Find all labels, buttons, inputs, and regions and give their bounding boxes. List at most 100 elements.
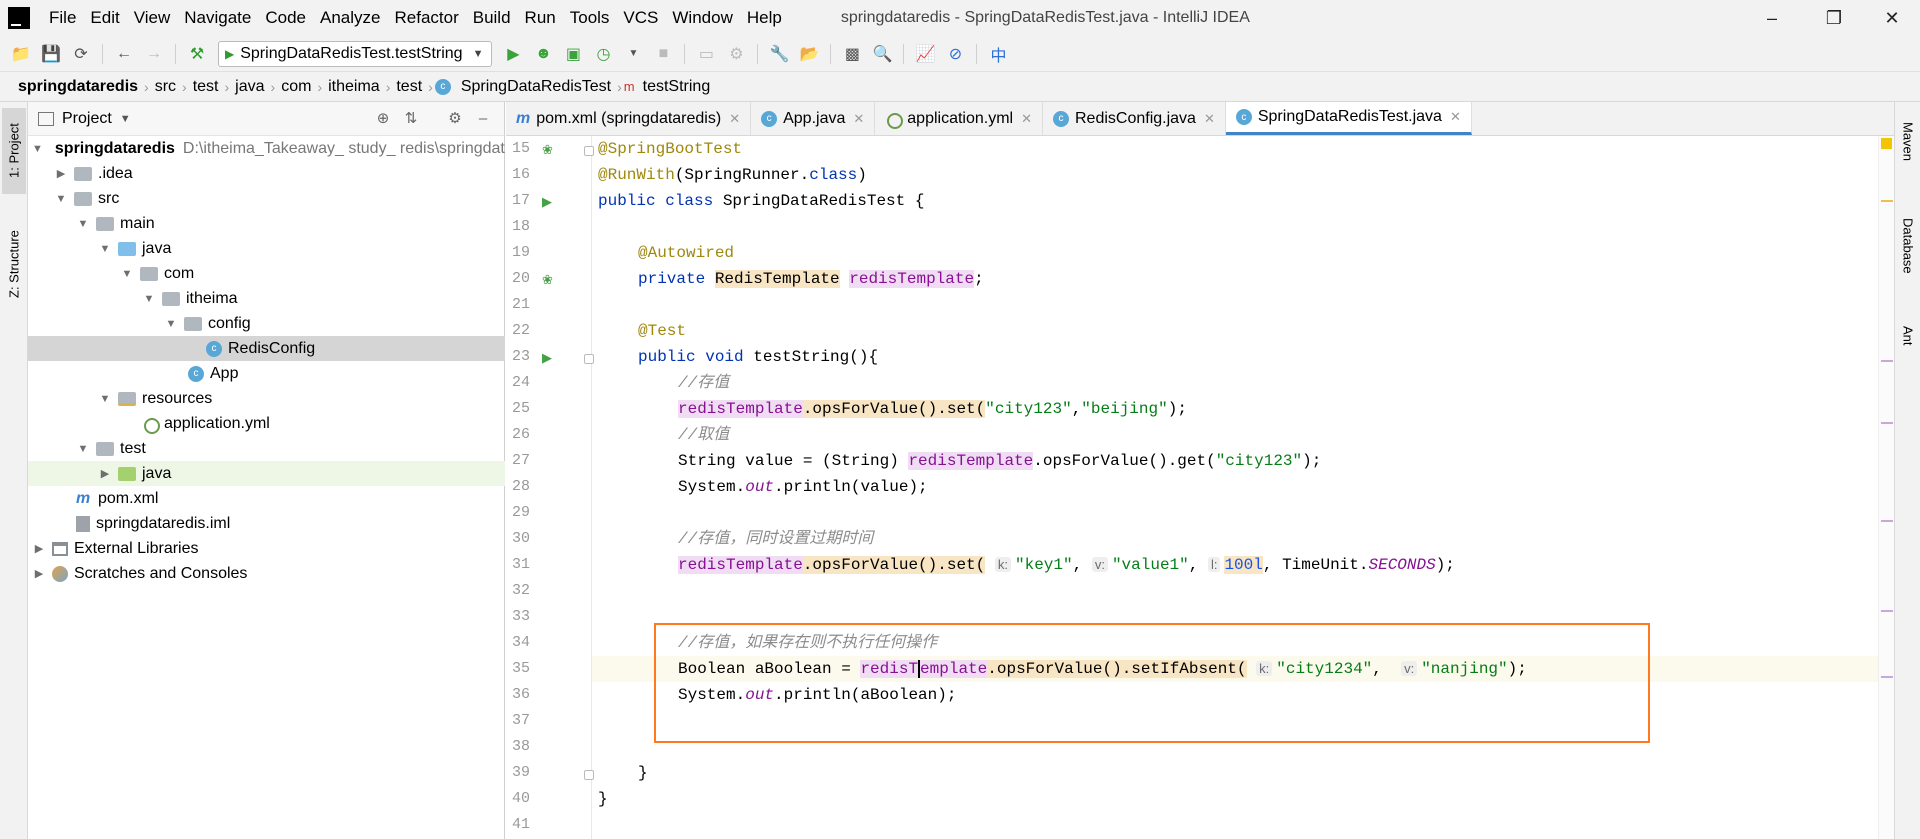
code-editor[interactable]: @SpringBootTest @RunWith(SpringRunner.cl… bbox=[592, 136, 1894, 839]
threads-icon[interactable]: ⚙ bbox=[721, 39, 751, 69]
expanded-arrow-icon[interactable]: ▼ bbox=[32, 143, 43, 155]
menu-view[interactable]: View bbox=[127, 0, 178, 36]
breadcrumb-method[interactable]: testString bbox=[639, 78, 715, 96]
tree-item-application-yml[interactable]: application.yml bbox=[28, 411, 505, 436]
debug-icon[interactable]: ☻ bbox=[528, 39, 558, 69]
close-icon[interactable]: ✕ bbox=[729, 111, 740, 127]
breadcrumb-test-package[interactable]: test bbox=[392, 78, 426, 96]
close-icon[interactable]: ✕ bbox=[853, 111, 864, 127]
stop-icon[interactable]: ■ bbox=[648, 39, 678, 69]
menu-code[interactable]: Code bbox=[258, 0, 313, 36]
close-icon[interactable]: ✕ bbox=[1450, 109, 1461, 125]
tool-tab-database[interactable]: Database bbox=[1897, 202, 1919, 290]
expanded-arrow-icon[interactable]: ▼ bbox=[76, 443, 90, 455]
back-icon[interactable]: ← bbox=[109, 39, 139, 69]
close-window-button[interactable]: ✕ bbox=[1864, 0, 1920, 36]
attach-debugger-icon[interactable]: ▭ bbox=[691, 39, 721, 69]
tree-item-scratches[interactable]: ▶ Scratches and Consoles bbox=[28, 561, 505, 586]
profile-icon[interactable]: ◷ bbox=[588, 39, 618, 69]
coverage-icon[interactable]: ▣ bbox=[558, 39, 588, 69]
translate-icon[interactable]: 中 bbox=[983, 39, 1013, 69]
project-panel-title[interactable]: Project bbox=[62, 110, 112, 128]
tree-item-external-libraries[interactable]: ▶ External Libraries bbox=[28, 536, 505, 561]
maximize-button[interactable]: ❐ bbox=[1806, 0, 1862, 36]
menu-window[interactable]: Window bbox=[665, 0, 739, 36]
tool-tab-ant[interactable]: Ant bbox=[1897, 308, 1919, 364]
save-all-icon[interactable]: 💾 bbox=[36, 39, 66, 69]
menu-tools[interactable]: Tools bbox=[563, 0, 617, 36]
tree-item-redisconfig[interactable]: c RedisConfig bbox=[28, 336, 505, 361]
tree-item-config[interactable]: ▼ config bbox=[28, 311, 505, 336]
menu-vcs[interactable]: VCS bbox=[616, 0, 665, 36]
menu-help[interactable]: Help bbox=[740, 0, 789, 36]
tree-item-itheima[interactable]: ▼ itheima bbox=[28, 286, 505, 311]
spring-bean-icon[interactable]: ❀ bbox=[542, 142, 556, 157]
collapsed-arrow-icon[interactable]: ▶ bbox=[32, 567, 46, 580]
tab-redisconfig-java[interactable]: c RedisConfig.java ✕ bbox=[1043, 102, 1226, 135]
gear-icon[interactable]: ⚙ bbox=[446, 110, 464, 128]
error-stripe-mark[interactable] bbox=[1881, 520, 1893, 522]
tool-tab-structure[interactable]: Z: Structure bbox=[2, 214, 26, 314]
project-structure-icon[interactable]: 📂 bbox=[794, 39, 824, 69]
tree-item-resources[interactable]: ▼ resources bbox=[28, 386, 505, 411]
tree-item-iml[interactable]: springdataredis.iml bbox=[28, 511, 505, 536]
tree-item-com[interactable]: ▼ com bbox=[28, 261, 505, 286]
breadcrumb-src[interactable]: src bbox=[151, 78, 180, 96]
tab-application-yml[interactable]: application.yml ✕ bbox=[875, 102, 1043, 135]
error-stripe-mark[interactable] bbox=[1881, 360, 1893, 362]
sync-icon[interactable]: ⟳ bbox=[66, 39, 96, 69]
run-test-icon[interactable]: ▶ bbox=[542, 194, 556, 209]
tool-tab-project[interactable]: 1: Project bbox=[2, 108, 26, 194]
breadcrumb-class[interactable]: SpringDataRedisTest bbox=[457, 78, 615, 96]
warning-icon[interactable] bbox=[1881, 138, 1892, 149]
breadcrumb-test[interactable]: test bbox=[189, 78, 223, 96]
menu-run[interactable]: Run bbox=[518, 0, 563, 36]
expanded-arrow-icon[interactable]: ▼ bbox=[54, 193, 68, 205]
menu-analyze[interactable]: Analyze bbox=[313, 0, 387, 36]
terminal-window-icon[interactable]: ▩ bbox=[837, 39, 867, 69]
open-folder-icon[interactable]: 📁 bbox=[6, 39, 36, 69]
search-icon[interactable]: 🔍 bbox=[867, 39, 897, 69]
tab-pom-xml[interactable]: m pom.xml (springdataredis) ✕ bbox=[506, 102, 752, 135]
statistic-chart-icon[interactable]: 📈 bbox=[910, 39, 940, 69]
expanded-arrow-icon[interactable]: ▼ bbox=[120, 268, 134, 280]
collapsed-arrow-icon[interactable]: ▶ bbox=[32, 542, 46, 555]
menu-edit[interactable]: Edit bbox=[83, 0, 126, 36]
tree-item-app[interactable]: c App bbox=[28, 361, 505, 386]
breadcrumb-java[interactable]: java bbox=[231, 78, 268, 96]
expanded-arrow-icon[interactable]: ▼ bbox=[98, 243, 112, 255]
expanded-arrow-icon[interactable]: ▼ bbox=[98, 393, 112, 405]
error-stripe-mark[interactable] bbox=[1881, 422, 1893, 424]
expanded-arrow-icon[interactable]: ▼ bbox=[164, 318, 178, 330]
tree-item-src[interactable]: ▼ src bbox=[28, 186, 505, 211]
error-stripe-mark[interactable] bbox=[1881, 200, 1893, 202]
power-save-icon[interactable]: ⊘ bbox=[940, 39, 970, 69]
collapse-all-icon[interactable]: ⇅ bbox=[402, 110, 420, 128]
tab-springdataredistest-java[interactable]: c SpringDataRedisTest.java ✕ bbox=[1225, 102, 1472, 135]
menu-refactor[interactable]: Refactor bbox=[387, 0, 465, 36]
tree-item-test-java[interactable]: ▶ java bbox=[28, 461, 505, 486]
run-test-icon[interactable]: ▶ bbox=[542, 350, 556, 365]
breadcrumb-project[interactable]: springdataredis bbox=[14, 78, 142, 96]
forward-icon[interactable]: → bbox=[139, 39, 169, 69]
spring-bean-icon[interactable]: ❀ bbox=[542, 272, 556, 287]
run-icon[interactable]: ▶ bbox=[498, 39, 528, 69]
tree-item-idea[interactable]: ▶ .idea bbox=[28, 161, 505, 186]
tab-app-java[interactable]: c App.java ✕ bbox=[751, 102, 876, 135]
chevron-down-icon[interactable]: ▼ bbox=[120, 113, 131, 125]
error-stripe-mark[interactable] bbox=[1881, 610, 1893, 612]
close-icon[interactable]: ✕ bbox=[1021, 111, 1032, 127]
breadcrumb-com[interactable]: com bbox=[277, 78, 315, 96]
more-run-options-icon[interactable]: ▼ bbox=[618, 39, 648, 69]
tool-tab-maven[interactable]: Maven bbox=[1897, 108, 1919, 176]
hide-panel-icon[interactable]: – bbox=[474, 110, 492, 128]
tree-item-pom[interactable]: m pom.xml bbox=[28, 486, 505, 511]
tree-item-main-java[interactable]: ▼ java bbox=[28, 236, 505, 261]
expanded-arrow-icon[interactable]: ▼ bbox=[76, 218, 90, 230]
tree-item-project-root[interactable]: ▼ springdataredis D:\itheima_Takeaway_ s… bbox=[28, 136, 505, 161]
breadcrumb-itheima[interactable]: itheima bbox=[324, 78, 384, 96]
tree-item-test[interactable]: ▼ test bbox=[28, 436, 505, 461]
menu-file[interactable]: File bbox=[42, 0, 83, 36]
close-icon[interactable]: ✕ bbox=[1204, 111, 1215, 127]
run-configuration-select[interactable]: ▶ SpringDataRedisTest.testString ▼ bbox=[218, 40, 493, 67]
